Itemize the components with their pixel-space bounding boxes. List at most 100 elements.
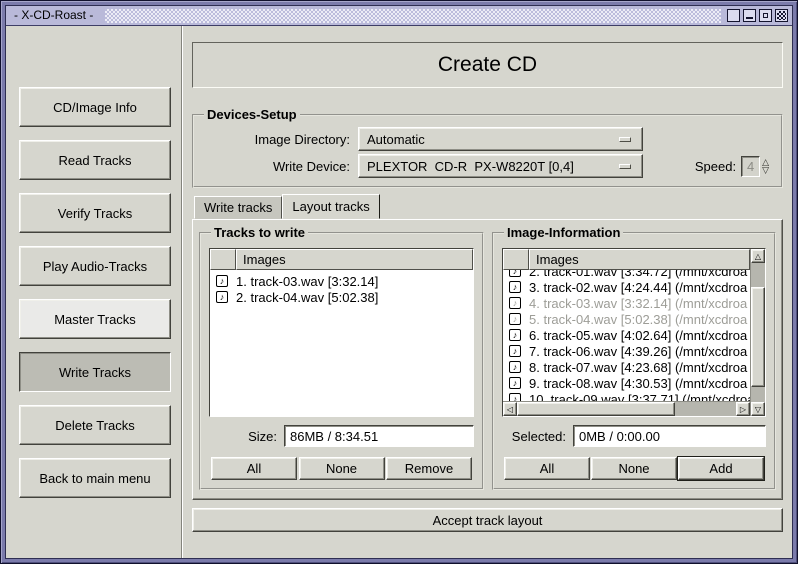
list-item[interactable]: ♪ 7. track-06.wav [4:39.26] (/mnt/xcdroa [503,343,750,359]
sidebar-item-write-tracks[interactable]: Write Tracks [19,352,171,392]
window-iconify-button[interactable] [743,9,756,22]
audio-track-icon: ♪ [509,297,521,309]
window-controls [727,9,788,22]
scroll-down-icon[interactable]: ▽ [751,402,765,416]
select-all-button[interactable]: All [504,457,590,480]
sidebar-item-verify-tracks[interactable]: Verify Tracks [19,193,171,233]
sidebar: CD/Image Info Read Tracks Verify Tracks … [6,26,181,558]
sidebar-item-delete-tracks[interactable]: Delete Tracks [19,405,171,445]
icon-column-header[interactable] [503,249,529,270]
vertical-scroll-trough[interactable] [751,263,765,402]
main-panel: Create CD Devices-Setup Image Directory:… [183,26,792,558]
size-label: Size: [209,429,277,444]
horizontal-scroll-thumb[interactable] [517,402,675,416]
sidebar-item-back-to-main-menu[interactable]: Back to main menu [19,458,171,498]
list-item[interactable]: ♪ 5. track-04.wav [5:02.38] (/mnt/xcdroa [503,311,750,327]
horizontal-scrollbar[interactable]: ◁ ▷ [503,401,750,416]
speed-spin-down-icon[interactable]: ▽ [762,166,769,174]
tracks-to-write-buttons: All None Remove [209,457,474,480]
scroll-left-icon[interactable]: ◁ [503,402,517,416]
sidebar-item-cd-image-info[interactable]: CD/Image Info [19,87,171,127]
speed-label: Speed: [695,159,736,174]
window-title: - X-CD-Roast - [10,8,99,23]
tab-layout-tracks[interactable]: Layout tracks [282,194,379,219]
audio-track-icon: ♪ [509,281,521,293]
write-device-dropdown[interactable]: PLEXTOR CD-R PX-W8220T [0,4] [358,154,643,178]
layout-tracks-page: Tracks to write Images ♪ 1. track-03.wav… [192,219,783,500]
list-item[interactable]: ♪ 2. track-01.wav [3:34.72] (/mnt/xcdroa [503,270,750,279]
list-item[interactable]: ♪ 3. track-02.wav [4:24.44] (/mnt/xcdroa [503,279,750,295]
sidebar-item-play-audio-tracks[interactable]: Play Audio-Tracks [19,246,171,286]
tracks-to-write-legend: Tracks to write [211,225,308,240]
horizontal-scroll-trough[interactable] [517,402,736,416]
select-none-button[interactable]: None [591,457,677,480]
image-directory-value: Automatic [367,132,425,147]
maximize-icon [763,13,768,18]
sidebar-item-read-tracks[interactable]: Read Tracks [19,140,171,180]
list-item[interactable]: ♪ 2. track-04.wav [5:02.38] [210,289,473,305]
track-label: 1. track-03.wav [3:32.14] [236,274,378,289]
track-label: 8. track-07.wav [4:23.68] (/mnt/xcdroa [529,360,747,375]
selected-row: Selected: 0MB / 0:00.00 [502,425,766,447]
track-label: 9. track-08.wav [4:30.53] (/mnt/xcdroa [529,376,747,391]
list-body[interactable]: ♪ 2. track-01.wav [3:34.72] (/mnt/xcdroa… [503,270,750,401]
images-column-header[interactable]: Images [236,249,473,270]
list-header: Images [210,249,473,270]
list-item[interactable]: ♪ 9. track-08.wav [4:30.53] (/mnt/xcdroa [503,375,750,391]
image-directory-row: Image Directory: Automatic [202,127,773,151]
list-item[interactable]: ♪ 1. track-03.wav [3:32.14] [210,273,473,289]
accept-track-layout-button[interactable]: Accept track layout [192,508,783,532]
list-item[interactable]: ♪ 10. track-09.wav [3:37.71] (/mnt/xcdro… [503,391,750,401]
scroll-right-icon[interactable]: ▷ [736,402,750,416]
vertical-scroll-thumb[interactable] [751,287,765,387]
list-item[interactable]: ♪ 6. track-05.wav [4:02.64] (/mnt/xcdroa [503,327,750,343]
track-label: 3. track-02.wav [4:24.44] (/mnt/xcdroa [529,280,747,295]
audio-track-icon: ♪ [509,329,521,341]
track-label: 6. track-05.wav [4:02.64] (/mnt/xcdroa [529,328,747,343]
image-directory-dropdown[interactable]: Automatic [358,127,643,151]
track-label: 4. track-03.wav [3:32.14] (/mnt/xcdroa [529,296,747,311]
audio-track-icon: ♪ [509,270,521,277]
list-item[interactable]: ♪ 8. track-07.wav [4:23.68] (/mnt/xcdroa [503,359,750,375]
write-device-row: Write Device: PLEXTOR CD-R PX-W8220T [0,… [202,154,773,178]
audio-track-icon: ♪ [509,313,521,325]
icon-column-header[interactable] [210,249,236,270]
list-body[interactable]: ♪ 1. track-03.wav [3:32.14] ♪ 2. track-0… [210,270,473,416]
image-information-frame: Image-Information Images [492,225,776,490]
audio-track-icon: ♪ [216,291,228,303]
audio-track-icon: ♪ [509,345,521,357]
iconify-icon [746,17,753,19]
titlebar[interactable]: - X-CD-Roast - [6,6,792,26]
window-shade-button[interactable] [727,9,740,22]
option-menu-indicator-icon [619,137,631,142]
image-information-legend: Image-Information [504,225,623,240]
list-rows: ♪ 2. track-01.wav [3:34.72] (/mnt/xcdroa… [503,270,750,401]
audio-track-icon: ♪ [216,275,228,287]
app-window: - X-CD-Roast - CD/Image Info Read Tracks… [0,0,798,564]
select-all-button[interactable]: All [211,457,297,480]
size-row: Size: 86MB / 8:34.51 [209,425,474,447]
add-button[interactable]: Add [678,457,764,480]
scroll-up-icon[interactable]: △ [751,249,765,263]
image-information-buttons: All None Add [502,457,766,480]
image-information-list: Images ♪ 2. track-01.wav [3:34.72] (/mnt… [502,248,766,417]
speed-spinner: △ ▽ [762,158,769,174]
tab-write-tracks[interactable]: Write tracks [194,196,282,219]
vertical-scrollbar[interactable]: △ ▽ [750,249,765,416]
images-column-header[interactable]: Images [529,249,750,270]
option-menu-indicator-icon [619,164,631,169]
write-device-value: PLEXTOR CD-R PX-W8220T [0,4] [367,159,574,174]
list-item[interactable]: ♪ 4. track-03.wav [3:32.14] (/mnt/xcdroa [503,295,750,311]
window-client-area: - X-CD-Roast - CD/Image Info Read Tracks… [5,5,793,559]
remove-button[interactable]: Remove [386,457,472,480]
speed-field[interactable]: 4 [741,156,760,177]
tracks-to-write-frame: Tracks to write Images ♪ 1. track-03.wav… [199,225,484,490]
sidebar-item-master-tracks[interactable]: Master Tracks [19,299,171,339]
speed-group: Speed: 4 △ ▽ [695,156,773,177]
window-menu-button[interactable] [775,9,788,22]
audio-track-icon: ♪ [509,361,521,373]
window-maximize-button[interactable] [759,9,772,22]
select-none-button[interactable]: None [299,457,385,480]
size-field: 86MB / 8:34.51 [284,425,474,447]
page-title: Create CD [192,42,783,88]
